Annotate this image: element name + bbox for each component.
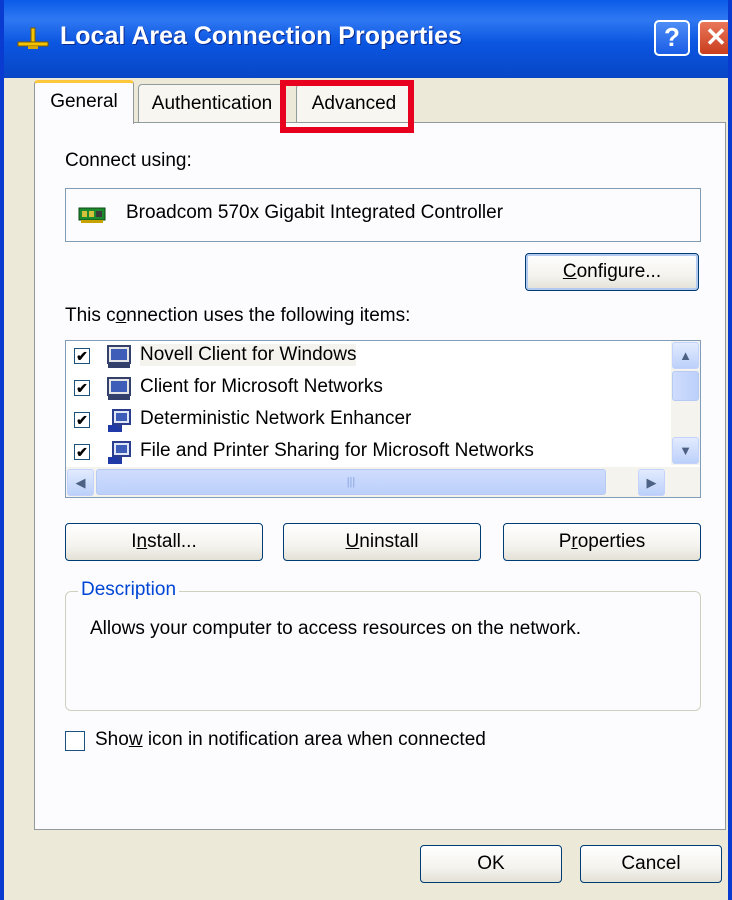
advanced-tab-highlight (280, 80, 414, 133)
tab-authentication[interactable]: Authentication (138, 84, 286, 124)
network-client-icon (107, 377, 131, 400)
properties-dialog: Local Area Connection Properties ? ✕ Gen… (0, 0, 732, 900)
list-item[interactable]: ✔ Novell Client for Windows (66, 341, 666, 373)
vertical-scroll-thumb[interactable] (672, 371, 699, 401)
properties-button[interactable]: Properties (503, 523, 701, 561)
network-adapter-icon (78, 207, 106, 223)
help-button[interactable]: ? (654, 20, 690, 56)
notify-label-post: icon in notification area when connected (142, 729, 486, 750)
properties-label-post: operties (577, 531, 646, 552)
cancel-button[interactable]: Cancel (580, 845, 722, 883)
scroll-up-icon[interactable]: ▲ (672, 342, 699, 369)
show-icon-checkbox[interactable] (65, 731, 85, 751)
notify-label-pre: Sho (95, 729, 129, 750)
item-checkbox[interactable]: ✔ (74, 412, 90, 428)
uninstall-button[interactable]: Uninstall (283, 523, 481, 561)
connect-using-label: Connect using: (65, 150, 192, 171)
network-connection-icon (17, 27, 49, 49)
window-title: Local Area Connection Properties (60, 22, 462, 50)
scroll-down-icon[interactable]: ▼ (672, 437, 699, 464)
properties-label-pre: P (558, 531, 572, 552)
list-item[interactable]: ✔ File and Printer Sharing for Microsoft… (66, 437, 666, 469)
items-label-pre: This c (65, 305, 116, 326)
scroll-left-icon[interactable]: ◀ (67, 469, 94, 496)
list-item[interactable]: ✔ Client for Microsoft Networks (66, 373, 666, 405)
configure-button[interactable]: Configure... (525, 253, 699, 291)
items-label-mnemonic: o (115, 305, 127, 326)
general-tab-panel: Connect using: Broadcom 570x Gigabit Int… (34, 122, 726, 830)
scroll-right-icon[interactable]: ▶ (638, 469, 665, 496)
description-group: Description Allows your computer to acce… (65, 579, 701, 711)
uninstall-mnemonic: U (345, 531, 360, 552)
item-label: File and Printer Sharing for Microsoft N… (140, 440, 534, 461)
network-service-icon (108, 409, 131, 432)
item-checkbox[interactable]: ✔ (74, 380, 90, 396)
notify-mnemonic: w (128, 729, 143, 750)
vertical-scrollbar[interactable]: ▲ ▼ (671, 341, 700, 465)
horizontal-scroll-thumb[interactable]: ||| (96, 469, 606, 495)
configure-label-post: onfigure... (576, 261, 662, 282)
item-label: Deterministic Network Enhancer (140, 408, 412, 429)
description-text: Allows your computer to access resources… (90, 618, 582, 639)
title-bar[interactable]: Local Area Connection Properties ? ✕ (4, 0, 728, 78)
configure-mnemonic: C (562, 261, 577, 282)
components-list[interactable]: ✔ Novell Client for Windows ✔ Client for… (65, 340, 701, 498)
item-label: Novell Client for Windows (140, 344, 357, 366)
install-label-post: stall... (147, 531, 197, 552)
tab-general[interactable]: General (34, 80, 134, 124)
adapter-name: Broadcom 570x Gigabit Integrated Control… (126, 202, 504, 223)
adapter-field: Broadcom 570x Gigabit Integrated Control… (65, 188, 701, 242)
ok-button[interactable]: OK (420, 845, 562, 883)
install-mnemonic: n (136, 531, 148, 552)
description-title: Description (78, 579, 180, 601)
items-label-post: nnection uses the following items: (126, 305, 411, 326)
item-label: Client for Microsoft Networks (140, 376, 383, 397)
show-icon-label[interactable]: Show icon in notification area when conn… (95, 729, 486, 751)
item-checkbox[interactable]: ✔ (74, 348, 90, 364)
close-button[interactable]: ✕ (698, 20, 728, 56)
item-checkbox[interactable]: ✔ (74, 444, 90, 460)
list-item[interactable]: ✔ Deterministic Network Enhancer (66, 405, 666, 437)
network-service-icon (108, 441, 131, 464)
network-client-icon (107, 345, 131, 368)
horizontal-scrollbar[interactable]: ◀ ||| ▶ (66, 467, 700, 497)
uninstall-label-post: ninstall (359, 531, 419, 552)
install-button[interactable]: Install... (65, 523, 263, 561)
items-label: This connection uses the following items… (65, 305, 410, 327)
